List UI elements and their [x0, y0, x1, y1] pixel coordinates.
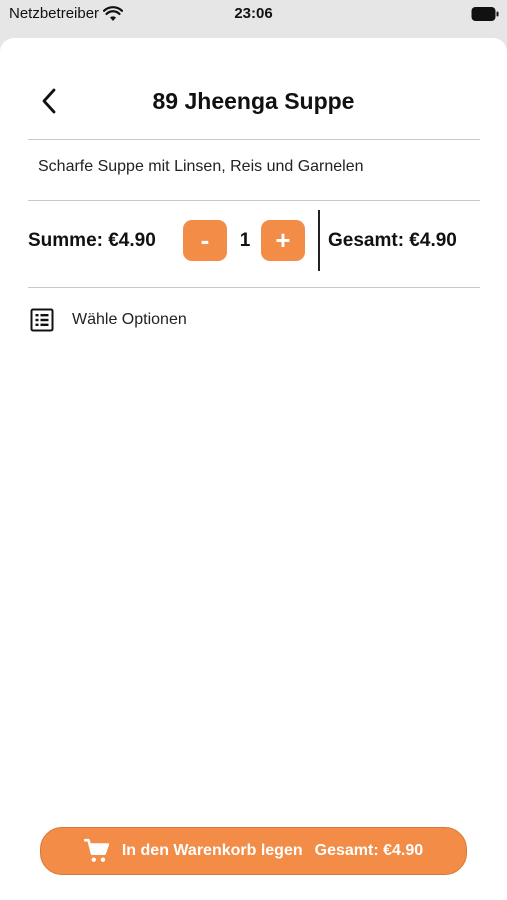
choose-options-label: Wähle Optionen: [72, 311, 187, 328]
cart-total: Gesamt: €4.90: [314, 842, 424, 859]
increase-quantity-button[interactable]: +: [261, 220, 305, 261]
divider: [28, 287, 480, 288]
product-sheet: 89 Jheenga Suppe Scharfe Suppe mit Linse…: [0, 38, 507, 900]
add-to-cart-label: In den Warenkorb legen: [121, 842, 303, 859]
sum-price: Summe: €4.90: [28, 230, 156, 251]
divider: [28, 200, 480, 201]
price-row: Summe: €4.90 - 1 + Gesamt: €4.90: [28, 210, 480, 272]
choose-options-row[interactable]: Wähle Optionen: [30, 308, 187, 332]
decrease-quantity-button[interactable]: -: [183, 220, 227, 261]
vertical-separator: [318, 210, 320, 271]
divider: [28, 139, 480, 140]
total-price: Gesamt: €4.90: [328, 230, 457, 251]
list-icon: [30, 308, 54, 332]
status-time: 23:06: [234, 5, 273, 22]
add-to-cart-button[interactable]: In den Warenkorb legen Gesamt: €4.90: [40, 827, 467, 875]
page-title: 89 Jheenga Suppe: [152, 88, 355, 114]
item-description: Scharfe Suppe mit Linsen, Reis und Garne…: [38, 158, 364, 175]
shopping-cart-icon: [83, 838, 109, 862]
battery-icon: [471, 7, 499, 21]
quantity-value: 1: [239, 230, 251, 251]
status-bar: Netzbetreiber 23:06: [0, 0, 507, 34]
